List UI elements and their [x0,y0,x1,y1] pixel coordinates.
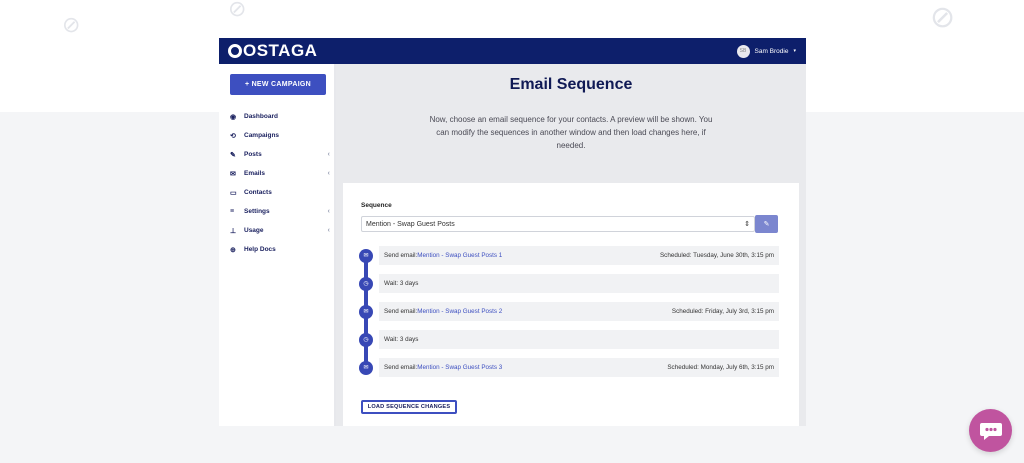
sidebar-item-dashboard[interactable]: ◉ Dashboard [230,107,330,126]
chevron-down-icon: ▾ [793,48,796,54]
sidebar-item-emails[interactable]: ✉ Emails ‹ [230,164,330,183]
email-step-prefix: Send email: [384,308,418,315]
link-icon: ⊘ [930,1,956,34]
dashboard-icon: ◉ [230,113,237,121]
wait-text: Wait: 3 days [384,336,419,343]
link-icon: ⊘ [62,12,81,37]
usage-icon: ⊥ [230,227,237,235]
sidebar-item-help-docs[interactable]: ⊕ Help Docs [230,240,330,259]
email-template-link[interactable]: Mention - Swap Guest Posts 1 [417,252,502,259]
intro-text: Now, choose an email sequence for your c… [429,115,713,150]
sidebar-item-label: Dashboard [244,113,278,120]
sidebar-item-campaigns[interactable]: ⟲ Campaigns [230,126,330,145]
load-sequence-changes-button[interactable]: LOAD SEQUENCE CHANGES [361,400,457,414]
sidebar-item-settings[interactable]: ≡ Settings ‹ [230,202,330,221]
user-name: Sam Brodie [754,47,789,55]
scheduled-time: Scheduled: Monday, July 6th, 3:15 pm [667,364,774,371]
sequence-select-value: Mention - Swap Guest Posts [366,220,455,228]
sidebar-nav: ◉ Dashboard ⟲ Campaigns ✎ Posts ‹ ✉ Emails ‹ ▭ Cont… [230,107,330,259]
logo-mark [228,44,242,58]
avatar: SB [736,44,750,58]
link-icon: ⊘ [228,0,247,21]
main-content: Email Sequence Now, choose an email sequ… [336,64,806,426]
user-menu[interactable]: SB Sam Brodie ▾ [736,44,796,58]
email-step-text: Send email:Mention - Swap Guest Posts 2 [384,308,502,315]
envelope-icon: ✉ [359,304,373,319]
email-step-prefix: Send email: [384,364,418,371]
sequence-select[interactable]: Mention - Swap Guest Posts ⇕ [361,216,755,232]
sidebar-item-label: Contacts [244,189,272,196]
new-campaign-button[interactable]: + NEW CAMPAIGN [230,74,326,95]
sidebar-item-posts[interactable]: ✎ Posts ‹ [230,145,330,164]
chat-bubble-icon [979,422,1002,440]
pencil-icon: ✎ [230,151,236,159]
chevron-left-icon: ‹ [327,227,330,234]
sidebar-item-label: Usage [244,227,264,234]
app-window: OSTAGA SB Sam Brodie ▾ + NEW CAMPAIGN ◉ D… [219,38,806,426]
email-step-text: Send email:Mention - Swap Guest Posts 3 [384,364,502,371]
select-arrows-icon: ⇕ [744,221,750,228]
envelope-icon: ✉ [359,248,373,263]
wait-step: Wait: 3 days [379,330,779,349]
sidebar-item-contacts[interactable]: ▭ Contacts [230,183,330,202]
email-step-prefix: Send email: [384,252,418,259]
chat-button[interactable] [969,409,1012,452]
chevron-left-icon: ‹ [327,208,330,215]
page-title: Email Sequence [509,76,633,93]
help-icon: ⊕ [230,246,236,254]
chevron-left-icon: ‹ [327,170,330,177]
sidebar-item-usage[interactable]: ⊥ Usage ‹ [230,221,330,240]
sidebar-item-label: Settings [244,208,270,215]
clock-icon: ◷ [359,276,373,291]
topbar: OSTAGA SB Sam Brodie ▾ [219,38,806,64]
email-step-text: Send email:Mention - Swap Guest Posts 1 [384,252,502,259]
envelope-icon: ✉ [230,170,236,178]
clock-icon: ◷ [359,332,373,347]
sidebar-item-label: Campaigns [244,132,280,139]
sequence-label: Sequence [361,202,392,209]
wait-text: Wait: 3 days [384,280,419,287]
sidebar: + NEW CAMPAIGN ◉ Dashboard ⟲ Campaigns ✎ Post… [219,64,336,426]
email-step: Send email:Mention - Swap Guest Posts 3S… [379,358,779,377]
sidebar-item-label: Emails [244,170,265,177]
chevron-left-icon: ‹ [327,151,330,158]
envelope-icon: ✉ [359,360,373,375]
edit-sequence-button[interactable]: ✎ [755,215,778,233]
wait-step: Wait: 3 days [379,274,779,293]
email-template-link[interactable]: Mention - Swap Guest Posts 2 [417,308,502,315]
sequence-card: Sequence Mention - Swap Guest Posts ⇕ ✎ … [343,183,799,426]
scheduled-time: Scheduled: Tuesday, June 30th, 3:15 pm [659,252,774,259]
email-step: Send email:Mention - Swap Guest Posts 2S… [379,302,779,321]
sidebar-item-label: Help Docs [244,246,276,253]
email-step: Send email:Mention - Swap Guest Posts 1S… [379,246,779,265]
campaigns-icon: ⟲ [230,132,236,140]
logo[interactable]: OSTAGA [228,41,317,61]
scheduled-time: Scheduled: Friday, July 3rd, 3:15 pm [671,308,774,315]
sidebar-item-label: Posts [244,151,262,158]
logo-text: OSTAGA [243,41,318,60]
contacts-icon: ▭ [230,189,237,197]
edit-icon: ✎ [763,221,770,228]
sliders-icon: ≡ [230,208,235,215]
email-template-link[interactable]: Mention - Swap Guest Posts 3 [417,364,502,371]
